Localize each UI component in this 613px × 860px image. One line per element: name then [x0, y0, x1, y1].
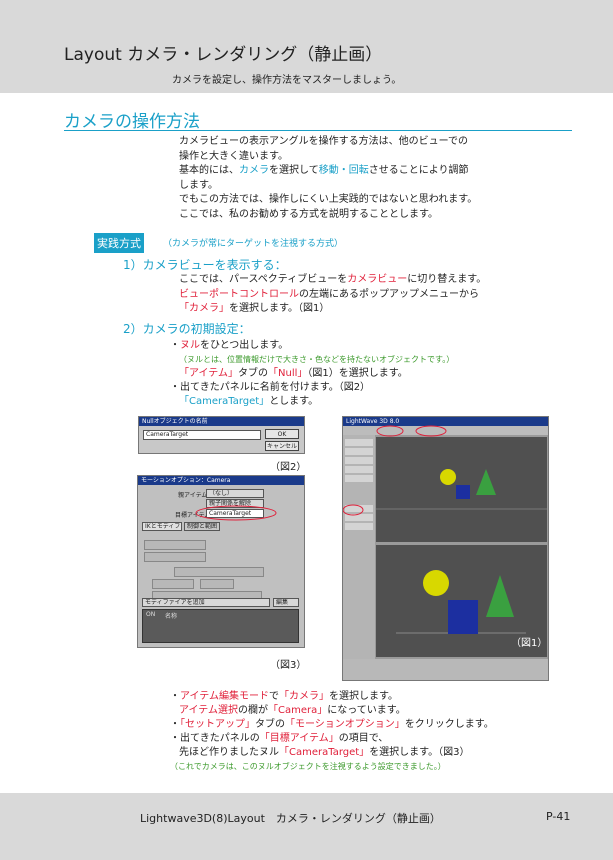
text: を選択します。（図1）: [229, 303, 330, 314]
bullet-item: ・「セットアップ」タブの「モーションオプション」をクリックします。: [170, 718, 494, 732]
bullet-mark: ・: [170, 719, 180, 730]
highlight-camera-value: 「Camera」: [268, 705, 328, 716]
text: を選択します。（図3）: [369, 747, 470, 758]
page-subtitle: カメラを設定し、操作方法をマスターしましょう。: [172, 75, 402, 86]
final-steps: ・アイテム編集モードで「カメラ」を選択します。 アイテム選択の欄が「Camera…: [170, 690, 494, 774]
fig2-ok-button[interactable]: OK: [265, 429, 299, 439]
step1-heading: 1）カメラビューを表示する：: [123, 258, 287, 272]
bullet-mark: ・: [170, 691, 180, 702]
highlight-camera-item: 「カメラ」: [279, 691, 329, 702]
intro-paragraph: カメラビューの表示アングルを操作する方法は、他のビューでの 操作と大きく違います…: [179, 135, 477, 222]
bullet-continuation: アイテム選択の欄が「Camera」になっています。: [170, 704, 494, 718]
bullet-mark: ・: [170, 340, 180, 351]
text: で: [269, 691, 279, 702]
step1-line: ここでは、パースペクティブビューをカメラビューに切り替えます。: [179, 273, 486, 288]
text: になっています。: [327, 705, 406, 716]
text: ここでは、パースペクティブビューを: [179, 274, 348, 285]
text: の項目で、: [338, 733, 389, 744]
text: とします。: [269, 396, 319, 407]
fig2-name-field[interactable]: CameraTarget: [143, 430, 261, 440]
text: タブの: [255, 719, 285, 730]
fig2-caption: （図2）: [270, 462, 307, 473]
intro-line: します。: [179, 179, 218, 191]
text: させることにより調節: [368, 165, 469, 176]
fig3-option-row: [152, 579, 194, 589]
bullet-continuation: 「アイテム」タブの「Null」（図1）を選択します。: [170, 367, 454, 381]
fig3-option-row: [200, 579, 234, 589]
footer-title: Lightwave3D(8)Layout カメラ・レンダリング（静止画）: [140, 812, 441, 825]
fig3-tab-controls[interactable]: 制御と範囲: [184, 522, 220, 531]
step1-body: ここでは、パースペクティブビューをカメラビューに切り替えます。 ビューポートコン…: [179, 273, 486, 317]
intro-line: でもこの方法では、操作しにくい上実践的ではないと思われます。: [179, 194, 478, 205]
highlight-camera-option: 「カメラ」: [179, 303, 229, 314]
highlight-camera-view: カメラビュー: [347, 274, 408, 285]
bullet-item: ・出てきたパネルの「目標アイテム」の項目で、: [170, 732, 494, 746]
text: 基本的には、: [179, 165, 239, 176]
fig3-col-name: 名称: [165, 613, 178, 620]
fig3-edit-button[interactable]: 編集: [273, 598, 299, 607]
bullet-continuation: 「CameraTarget」とします。: [170, 395, 454, 409]
page-title: Layout カメラ・レンダリング（静止画）: [64, 45, 383, 65]
highlight-camera: カメラ: [239, 165, 269, 176]
text: の欄が: [238, 705, 268, 716]
bullet-item: ・アイテム編集モードで「カメラ」を選択します。: [170, 690, 494, 704]
fig2-titlebar: Nullオブジェクトの名前: [139, 417, 304, 426]
fig2-cancel-button[interactable]: キャンセル: [265, 441, 299, 451]
section-title: カメラの操作方法: [64, 112, 200, 132]
text: を選択します。: [329, 691, 398, 702]
bullet-item: ・出てきたパネルに名前を付けます。（図2）: [170, 382, 371, 393]
fig3-modifier-list: ON 名称: [142, 609, 299, 643]
step1-line: ビューポートコントロールの左端にあるポップアップメニューから: [179, 288, 486, 303]
text: の左端にあるポップアップメニューから: [299, 288, 479, 300]
step1-line: 「カメラ」を選択します。（図1）: [179, 302, 486, 317]
fig3-option-row: [144, 552, 206, 562]
fig3-add-modifier-select[interactable]: モディファイアを追加: [142, 598, 270, 607]
text: をひとつ出します。: [200, 340, 289, 351]
highlight-camera-target-select: 「CameraTarget」: [279, 747, 370, 758]
fig3-tab-ik[interactable]: IKとモディファイヤ: [142, 522, 182, 531]
fig3-col-on: ON: [146, 611, 156, 618]
final-note: （これでカメラは、このヌルオブジェクトを注視するよう設定できました。）: [170, 762, 446, 771]
text: に切り替えます。: [407, 274, 487, 285]
fig3-motion-options-panel: モーションオプション：Camera 親アイテム （なし） 親子関係を解除 目標ア…: [137, 475, 305, 648]
intro-line: ここでは、私のお勧めする方式を説明することとします。: [179, 208, 438, 220]
text: をクリックします。: [404, 719, 494, 730]
step2-heading: 2）カメラの初期設定：: [123, 322, 251, 336]
page-number: P-41: [546, 810, 571, 823]
fig1-caption: （図1）: [511, 634, 548, 649]
highlight-camera-target: 「CameraTarget」: [179, 396, 270, 407]
highlight-item-select: アイテム選択: [179, 705, 238, 716]
text: 先ほど作りましたヌル: [179, 747, 279, 758]
fig3-option-row: [144, 540, 206, 550]
null-note: （ヌルとは、位置情報だけで大きさ・色などを持たないオブジェクトです。）: [179, 355, 455, 364]
practice-note: （カメラが常にターゲットを注視する方式）: [163, 239, 344, 249]
highlight-item-edit-mode: アイテム編集モード: [180, 691, 269, 702]
practice-badge: 実践方式: [94, 233, 144, 253]
text: を選択して: [269, 165, 319, 176]
fig3-caption: （図3）: [270, 660, 307, 671]
text: タブの: [238, 368, 268, 379]
highlight-item-tab: 「アイテム」: [179, 368, 238, 379]
intro-line: 操作と大きく違います。: [179, 150, 288, 162]
section-divider: [64, 130, 572, 131]
fig3-option-row: [174, 567, 264, 577]
highlight-move-rotate: 移動・回転: [318, 165, 369, 176]
footer-band: [0, 793, 613, 860]
fig1-timeline-bar[interactable]: [343, 659, 548, 680]
bullet-continuation: 先ほど作りましたヌル「CameraTarget」を選択します。（図3）: [170, 746, 494, 760]
step2-bullets: ・ヌルをひとつ出します。 （ヌルとは、位置情報だけで大きさ・色などを持たないオブ…: [170, 339, 454, 409]
highlight-null-button: 「Null」: [268, 368, 308, 379]
highlight-null: ヌル: [180, 340, 200, 351]
intro-line: カメラビューの表示アングルを操作する方法は、他のビューでの: [179, 136, 468, 147]
intro-line: 基本的には、カメラを選択して移動・回転させることにより調節: [179, 164, 477, 179]
text: （図1）を選択します。: [307, 368, 408, 379]
fig2-null-name-dialog: Nullオブジェクトの名前 CameraTarget OK キャンセル: [138, 416, 305, 454]
highlight-motion-options: 「モーションオプション」: [285, 719, 405, 730]
highlight-viewport-control: ビューポートコントロール: [179, 288, 299, 300]
highlight-target-item: 「目標アイテム」: [259, 733, 339, 744]
text: ・出てきたパネルの: [170, 733, 260, 744]
bullet-item: ・ヌルをひとつ出します。: [170, 339, 454, 353]
fig1-layout-screenshot: LightWave 3D 8.0 （図1）: [342, 416, 549, 681]
highlight-setup-tab: 「セットアップ」: [180, 719, 255, 730]
